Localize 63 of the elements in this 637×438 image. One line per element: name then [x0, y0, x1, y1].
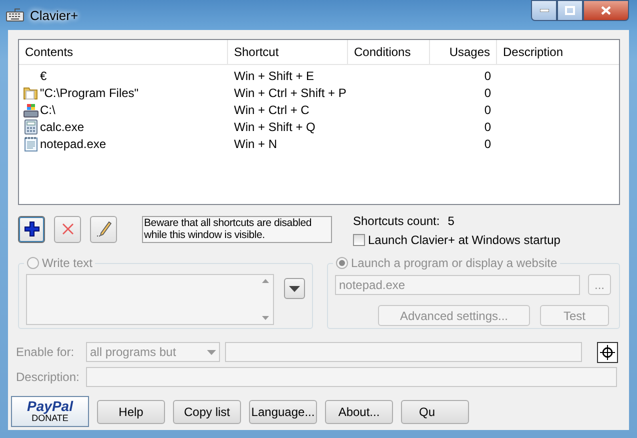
target-button[interactable] [597, 342, 618, 362]
dialog-button[interactable]: Qu [401, 400, 469, 424]
keyboard-icon [6, 8, 24, 22]
dialog-button[interactable]: Help [97, 400, 165, 424]
table-cell: Win + Ctrl + C [234, 102, 310, 116]
minimize-button[interactable] [531, 0, 557, 21]
column-header[interactable]: Usages [430, 40, 497, 64]
cross-icon [62, 223, 74, 235]
table-cell: Win + N [234, 136, 278, 150]
column-header[interactable]: Description [497, 40, 619, 64]
scroll-up-icon [262, 279, 269, 283]
dialog-button[interactable]: Language... [249, 400, 317, 424]
close-button[interactable] [583, 0, 629, 21]
caret-icon [289, 286, 300, 292]
table-cell: Win + Shift + Q [234, 120, 316, 134]
maximize-icon [565, 6, 575, 15]
drive-icon [23, 102, 39, 118]
table-cell: "C:\Program Files" [40, 86, 139, 100]
crosshair-icon [600, 344, 615, 360]
close-icon [601, 6, 611, 15]
radio-label: Write text [42, 256, 92, 270]
column-header[interactable]: Conditions [348, 40, 430, 64]
field-label: Enable for: [16, 345, 76, 359]
minimize-icon [540, 9, 548, 12]
dialog-button[interactable]: About... [325, 400, 393, 424]
table-cell: 0 [484, 86, 491, 100]
checkbox-label: Launch Clavier+ at Windows startup [368, 232, 560, 246]
edit-button[interactable] [90, 216, 117, 242]
pencil-icon [96, 220, 112, 238]
donate-button[interactable]: PayPal DONATE [11, 396, 89, 427]
window-title: Clavier+ [30, 8, 78, 22]
table-cell: calc.exe [40, 120, 84, 134]
field-label: Description: [16, 370, 80, 384]
count-value: 5 [448, 214, 454, 228]
column-header[interactable]: Shortcut [228, 40, 348, 64]
dropdown-button[interactable] [284, 278, 305, 299]
delete-button[interactable] [54, 216, 81, 242]
plus-icon [24, 221, 40, 237]
dialog-button[interactable]: Copy list [173, 400, 241, 424]
notepad-icon [23, 136, 39, 152]
table-cell: 0 [484, 102, 491, 116]
maximize-button[interactable] [557, 0, 583, 21]
calculator-icon [23, 118, 39, 134]
programs-field[interactable] [225, 342, 582, 362]
checkbox[interactable] [353, 234, 365, 246]
shortcut-list[interactable]: Contents Shortcut Conditions Usages Description € Win + Shift + E 0 "C:\Program Files" Win + Ctrl + Shift + P 0 C:\ Win + Ctrl + C 0 calc.exe Win + Shift + Q 0 notepad.exe Win + N 0 [18, 39, 620, 205]
count-label: Shortcuts count: [353, 214, 440, 228]
table-cell: 0 [484, 136, 491, 150]
column-header[interactable]: Contents [19, 40, 228, 64]
caret-icon [207, 350, 216, 354]
description-field[interactable] [86, 367, 617, 387]
table-cell: notepad.exe [40, 136, 106, 150]
table-cell: Win + Shift + E [234, 68, 314, 82]
add-button[interactable] [18, 216, 45, 242]
folder-icon [23, 84, 39, 100]
radio-label: Launch a program or display a website [351, 256, 558, 270]
table-cell: C:\ [40, 102, 56, 116]
table-cell: 0 [484, 68, 491, 82]
scroll-down-icon [262, 316, 269, 320]
table-cell: Win + Ctrl + Shift + P [234, 86, 346, 100]
notice-text: Beware that all shortcuts are disabled while this window is visible. [142, 216, 332, 242]
table-cell: € [40, 68, 47, 82]
table-cell: 0 [484, 120, 491, 134]
